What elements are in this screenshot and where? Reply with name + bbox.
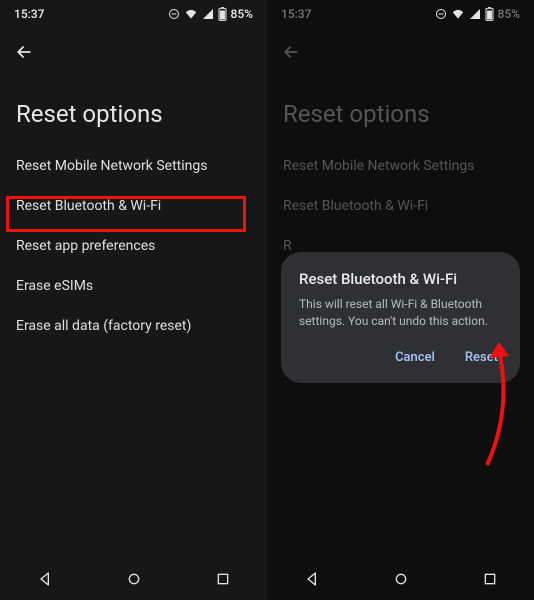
status-icons: 85% <box>168 7 253 21</box>
navigation-bar <box>267 558 534 600</box>
battery-icon <box>218 7 227 21</box>
nav-home-icon[interactable] <box>392 570 410 588</box>
dnd-icon <box>168 8 180 20</box>
page-title: Reset options <box>0 76 267 146</box>
nav-recents-icon[interactable] <box>214 570 232 588</box>
app-bar <box>0 28 267 76</box>
dialog-title: Reset Bluetooth & Wi-Fi <box>299 270 502 288</box>
nav-back-icon[interactable] <box>303 570 321 588</box>
reset-button[interactable]: Reset <box>461 344 502 371</box>
battery-percent: 85% <box>231 7 253 21</box>
navigation-bar <box>0 558 267 600</box>
status-bar: 15:37 85% <box>0 0 267 28</box>
option-reset-mobile-network[interactable]: Reset Mobile Network Settings <box>0 146 267 186</box>
option-erase-all-data[interactable]: Erase all data (factory reset) <box>0 306 267 346</box>
wifi-icon <box>184 8 198 20</box>
status-time: 15:37 <box>14 7 44 21</box>
option-reset-app-preferences[interactable]: Reset app preferences <box>0 226 267 266</box>
nav-recents-icon[interactable] <box>481 570 499 588</box>
nav-back-icon[interactable] <box>36 570 54 588</box>
dialog-overlay: Reset Bluetooth & Wi-Fi This will reset … <box>267 0 534 600</box>
option-reset-bluetooth-wifi[interactable]: Reset Bluetooth & Wi-Fi <box>0 186 267 226</box>
phone-screen-right: 15:37 85% Reset options Reset Mobile Net… <box>267 0 534 600</box>
reset-options-list: Reset Mobile Network Settings Reset Blue… <box>0 146 267 346</box>
nav-home-icon[interactable] <box>125 570 143 588</box>
cancel-button[interactable]: Cancel <box>391 344 439 371</box>
back-button[interactable] <box>14 42 34 62</box>
dialog-actions: Cancel Reset <box>299 344 502 371</box>
option-erase-esims[interactable]: Erase eSIMs <box>0 266 267 306</box>
phone-screen-left: 15:37 85% Reset options Reset Mobile Net… <box>0 0 267 600</box>
dialog-body: This will reset all Wi-Fi & Bluetooth se… <box>299 296 502 330</box>
signal-icon <box>202 8 214 20</box>
reset-confirm-dialog: Reset Bluetooth & Wi-Fi This will reset … <box>281 252 520 383</box>
